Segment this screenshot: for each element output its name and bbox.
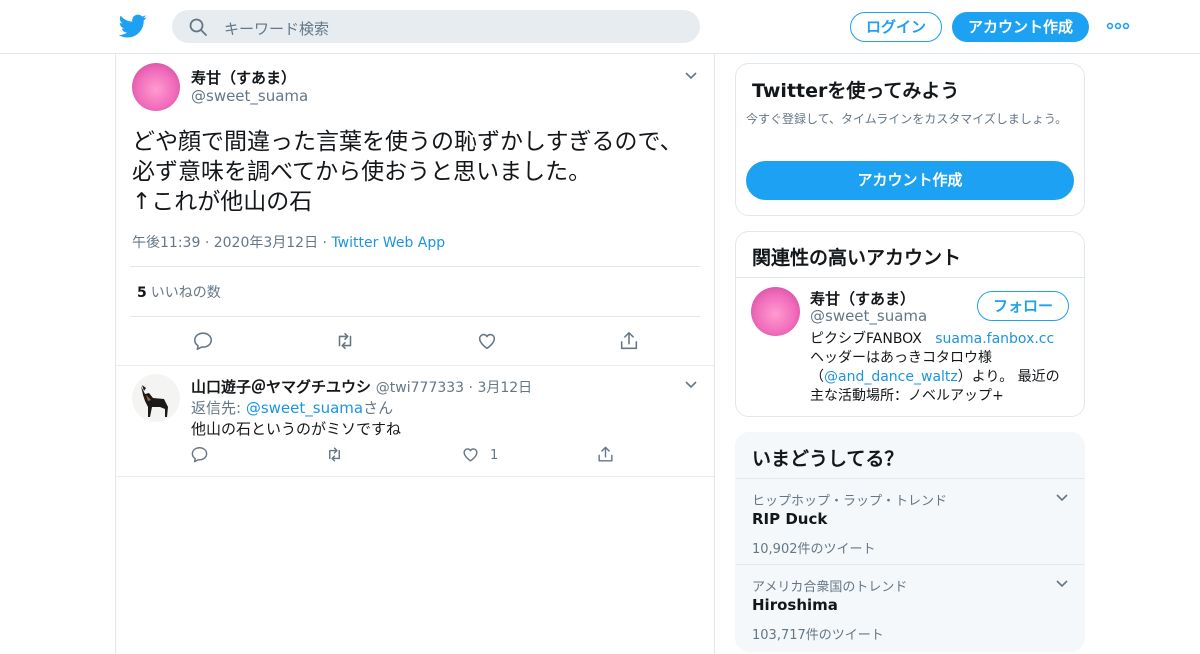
dot-separator: · (204, 235, 214, 251)
reply-like-count: 1 (490, 448, 499, 463)
follow-button[interactable]: フォロー (977, 291, 1069, 321)
trend-name[interactable]: Hiroshima (752, 596, 838, 614)
trends-card: いまどうしてる？ ヒップホップ・ラップ・トレンド RIP Duck 10,902… (735, 432, 1085, 652)
trend-item[interactable]: ヒップホップ・ラップ・トレンド RIP Duck 10,902件のツイート (736, 478, 1084, 564)
retweet-icon[interactable] (334, 330, 356, 352)
divider (116, 365, 714, 366)
avatar[interactable] (751, 287, 800, 336)
more-options-icon[interactable] (1106, 20, 1130, 32)
trend-item[interactable]: アメリカ合衆国のトレンド Hiroshima 103,717件のツイート (736, 564, 1084, 650)
reply-to-suffix: さん (363, 399, 394, 417)
like-count-label: いいねの数 (150, 285, 221, 301)
top-navigation-bar: キーワード検索 ログイン アカウント作成 (0, 0, 1200, 54)
trend-category: ヒップホップ・ラップ・トレンド (752, 494, 948, 509)
signup-button[interactable]: アカウント作成 (746, 161, 1074, 200)
reply-icon[interactable] (190, 445, 209, 464)
card-title: 関連性の高いアカウント (752, 247, 962, 269)
divider (116, 476, 714, 477)
timeline-column: 寿甘（すあま） @sweet_suama どや顔で間違った言葉を使うの恥ずかしす… (115, 54, 715, 654)
bio-mention-link[interactable]: @and_dance_waltz (824, 369, 958, 385)
chevron-down-icon[interactable] (684, 380, 698, 390)
chevron-down-icon[interactable] (1055, 493, 1069, 503)
tweet-author-handle[interactable]: @sweet_suama (191, 87, 308, 105)
card-title: Twitterを使ってみよう (752, 80, 960, 102)
chevron-down-icon[interactable] (684, 71, 698, 81)
account-bio: ピクシブFANBOX suama.fanbox.cc ヘッダーはあっきコタロウ様… (810, 330, 1072, 406)
heart-icon[interactable] (476, 330, 498, 352)
share-icon[interactable] (596, 445, 615, 464)
divider (130, 316, 700, 317)
twitter-bird-icon[interactable] (119, 12, 147, 40)
account-name[interactable]: 寿甘（すあま） (810, 288, 915, 309)
related-accounts-card: 関連性の高いアカウント 寿甘（すあま） @sweet_suama フォロー ピク… (735, 231, 1085, 417)
chevron-down-icon[interactable] (1055, 579, 1069, 589)
retweet-icon[interactable] (325, 445, 344, 464)
like-count: 5 (137, 285, 147, 301)
account-handle[interactable]: @sweet_suama (810, 307, 927, 325)
card-subtitle: 今すぐ登録して、タイムラインをカスタマイズしましょう。 (746, 112, 1068, 126)
dog-photo (132, 374, 180, 422)
dot-separator: · (464, 380, 478, 396)
tweet-date[interactable]: 2020年3月12日 (214, 235, 318, 251)
signup-prompt-card: Twitterを使ってみよう 今すぐ登録して、タイムラインをカスタマイズしましょ… (735, 63, 1085, 216)
bio-link[interactable]: suama.fanbox.cc (935, 331, 1054, 347)
like-stats[interactable]: 5 いいねの数 (137, 282, 221, 302)
divider (130, 266, 700, 267)
tweet-timestamp: 午後11:39 · 2020年3月12日 · Twitter Web App (132, 232, 445, 252)
divider (736, 277, 1084, 278)
search-icon (189, 18, 207, 36)
avatar[interactable] (132, 63, 180, 111)
reply-author-handle[interactable]: @twi777333 (376, 380, 464, 396)
tweet-text-line: どや顔で間違った言葉を使うの恥ずかしすぎるので、 (132, 129, 683, 155)
avatar[interactable] (132, 374, 180, 422)
card-title: いまどうしてる？ (752, 448, 904, 470)
tweet-text-line: 必ず意味を調べてから使おうと思いました。 (132, 159, 592, 185)
reply-to-link[interactable]: @sweet_suama (246, 399, 363, 417)
signup-button[interactable]: アカウント作成 (952, 12, 1089, 42)
trend-name[interactable]: RIP Duck (752, 510, 827, 528)
reply-author-name[interactable]: 山口遊子＠ヤマグチユウシ (191, 378, 371, 396)
share-icon[interactable] (618, 330, 640, 352)
tweet-author-name[interactable]: 寿甘（すあま） (191, 67, 296, 88)
reply-icon[interactable] (192, 330, 214, 352)
trend-tweet-count: 103,717件のツイート (752, 628, 884, 643)
reply-author[interactable]: 山口遊子＠ヤマグチユウシ @twi777333 · 3月12日 (191, 376, 532, 397)
login-button[interactable]: ログイン (850, 12, 942, 42)
search-placeholder: キーワード検索 (224, 20, 330, 38)
bio-text: ピクシブFANBOX (810, 331, 922, 347)
reply-text: 他山の石というのがミソですね (191, 420, 402, 438)
bio-text: ヘッダーはあっきコタロウ様 (810, 350, 992, 366)
trend-tweet-count: 10,902件のツイート (752, 542, 876, 557)
heart-icon[interactable] (461, 445, 480, 464)
reply-date[interactable]: 3月12日 (477, 380, 532, 396)
trend-category: アメリカ合衆国のトレンド (752, 580, 908, 595)
bio-text: （ (810, 369, 824, 385)
reply-context: 返信先: @sweet_suamaさん (191, 397, 393, 418)
search-box[interactable]: キーワード検索 (172, 10, 700, 43)
tweet-time[interactable]: 午後11:39 (132, 235, 200, 251)
tweet-text-line: ↑これが他山の石 (132, 189, 313, 215)
tweet-text: どや顔で間違った言葉を使うの恥ずかしすぎるので、 必ず意味を調べてから使おうと思… (132, 127, 702, 217)
reply-to-prefix: 返信先: (191, 399, 246, 417)
tweet-source-link[interactable]: Twitter Web App (331, 235, 445, 251)
